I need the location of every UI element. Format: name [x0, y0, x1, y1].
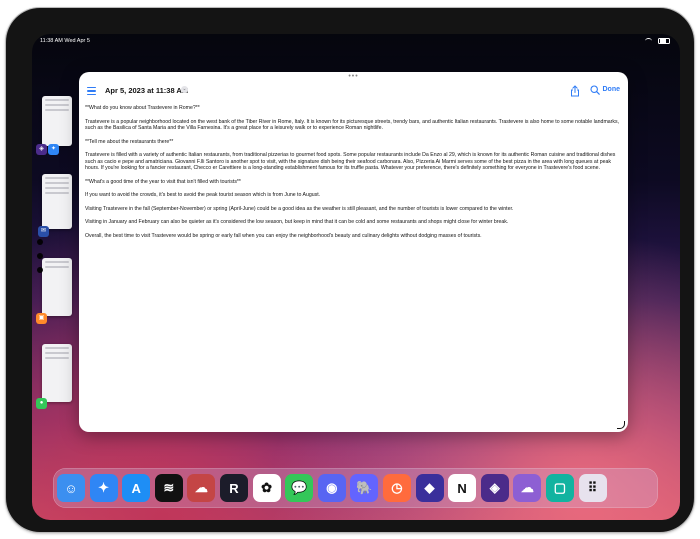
safari-icon[interactable]: ✦	[48, 144, 59, 155]
shortcuts-icon[interactable]: ◆	[415, 474, 444, 502]
list-icon[interactable]	[87, 87, 96, 96]
search-icon[interactable]	[590, 85, 600, 95]
note-body[interactable]: **What do you know about Trastevere in R…	[85, 105, 620, 247]
wifi-icon	[645, 38, 652, 44]
timer-icon[interactable]: ◷	[382, 474, 411, 502]
photos-icon[interactable]: ✿	[252, 474, 281, 502]
battery-icon	[658, 37, 670, 45]
cloud-star-app-icon[interactable]: ☁	[187, 474, 216, 502]
obsidian-icon[interactable]: ◈	[36, 144, 47, 155]
brain-app-icon[interactable]: ☁	[513, 474, 542, 502]
messages-icon[interactable]: 💬	[285, 474, 314, 502]
reeder-icon[interactable]: R	[219, 474, 248, 502]
app-store-icon[interactable]: A	[122, 474, 151, 502]
paragraph: Trastevere is filled with a variety of a…	[85, 152, 616, 171]
stage-app-thumbnail[interactable]	[42, 258, 72, 316]
paragraph: Overall, the best time to visit Trasteve…	[85, 232, 482, 239]
mastodon-elephant-icon[interactable]: 🐘	[350, 474, 379, 502]
mail-app-icon[interactable]: ✉	[38, 226, 49, 237]
app-library-icon[interactable]: ⠿	[578, 474, 607, 502]
done-button[interactable]: Done	[603, 86, 621, 93]
side-indicators	[37, 239, 43, 281]
messages-icon[interactable]: ●	[36, 398, 47, 409]
stage-app-thumbnail[interactable]	[42, 96, 72, 146]
status-indicators	[645, 34, 670, 48]
chevron-down-icon[interactable]: ⌄	[181, 86, 188, 93]
note-title[interactable]: Apr 5, 2023 at 11:38 AM	[105, 86, 188, 95]
books-app-icon[interactable]: ▣	[36, 313, 47, 324]
paragraph: Visiting Trastevere in the fall (Septemb…	[85, 205, 514, 212]
dock: ☺ ✦ A ≋ ☁ R ✿ 💬 ◉ 🐘 ◷ ◆ N ◈ ☁ ▢ ⠿	[53, 468, 658, 508]
stage-app-thumbnail[interactable]	[42, 174, 72, 229]
status-time: 11:38 AM Wed Apr 5	[40, 38, 90, 44]
obsidian-icon[interactable]: ◈	[480, 474, 509, 502]
paragraph: **What's a good time of the year to visi…	[85, 178, 241, 185]
window-grabber[interactable]: •••	[348, 73, 358, 80]
paragraph: Trastevere is a popular neighborhood loc…	[85, 118, 620, 131]
notion-icon[interactable]: N	[448, 474, 477, 502]
spotify-icon[interactable]: ≋	[154, 474, 183, 502]
window-resize-handle[interactable]	[617, 421, 625, 429]
finder-icon[interactable]: ☺	[57, 474, 85, 502]
notes-window: ••• Apr 5, 2023 at 11:38 AM ⌄ Done **Wha…	[79, 72, 628, 432]
green-app-icon[interactable]: ▢	[545, 474, 574, 502]
paragraph: **What do you know about Trastevere in R…	[85, 105, 200, 111]
paragraph: Visiting in January and February can als…	[85, 219, 509, 226]
stage-app-thumbnail[interactable]	[42, 344, 72, 402]
window-toolbar: Apr 5, 2023 at 11:38 AM ⌄ Done	[79, 82, 628, 102]
ipad-frame: 11:38 AM Wed Apr 5 ◈ ✦ ✉ ▣ ● ••• Apr 5, …	[6, 8, 694, 532]
discord-icon[interactable]: ◉	[317, 474, 346, 502]
paragraph: **Tell me about the restaurants there**	[85, 138, 174, 145]
safari-icon[interactable]: ✦	[89, 474, 118, 502]
share-icon[interactable]	[570, 85, 580, 97]
dock-icons: ☺ ✦ A ≋ ☁ R ✿ 💬 ◉ 🐘 ◷ ◆ N ◈ ☁ ▢ ⠿	[57, 474, 607, 502]
home-screen: 11:38 AM Wed Apr 5 ◈ ✦ ✉ ▣ ● ••• Apr 5, …	[32, 34, 680, 520]
status-bar: 11:38 AM Wed Apr 5	[32, 34, 680, 48]
paragraph: If you want to avoid the crowds, it's be…	[85, 192, 321, 199]
